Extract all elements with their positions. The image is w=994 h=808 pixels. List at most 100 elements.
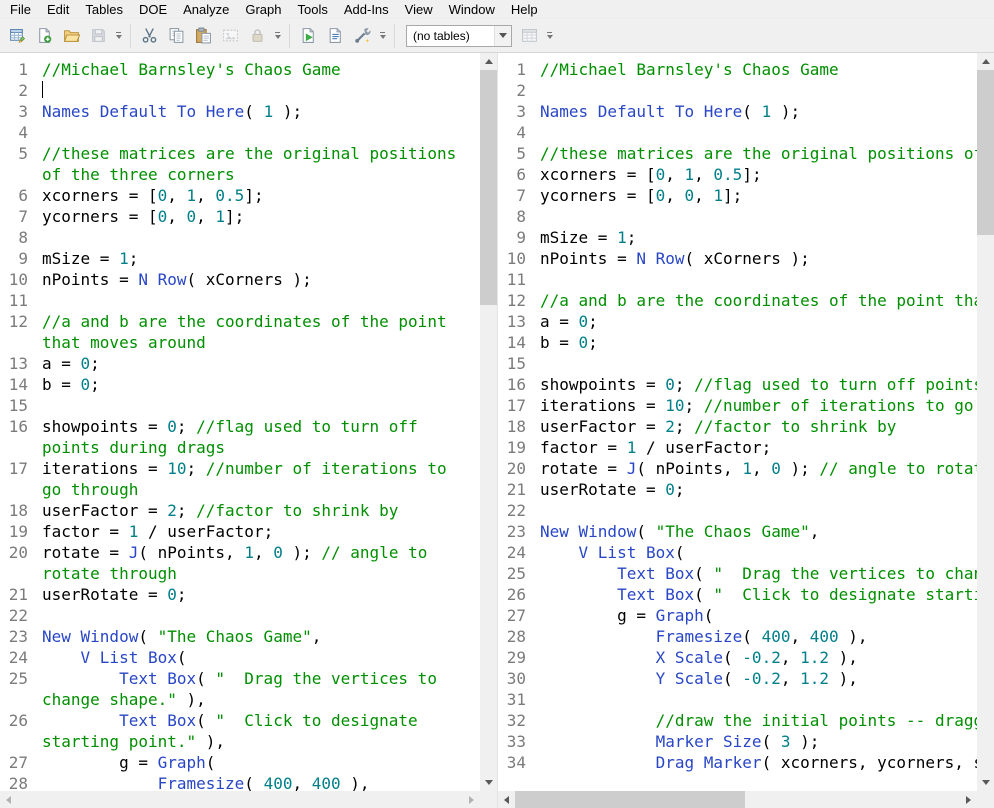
code-text[interactable]: userRotate = 0;: [540, 479, 977, 500]
left-vertical-scroll-thumb[interactable]: [480, 70, 497, 305]
code-text[interactable]: mSize = 1;: [540, 227, 977, 248]
menu-item-file[interactable]: File: [2, 1, 39, 18]
code-text[interactable]: New Window( "The Chaos Game",: [42, 626, 472, 647]
tables-dropdown[interactable]: (no tables): [406, 25, 512, 47]
left-editor-pane[interactable]: 1//Michael Barnsley's Chaos Game23Names …: [0, 53, 497, 808]
code-text[interactable]: rotate = J( nPoints, 1, 0 ); // angle to…: [42, 542, 472, 584]
save-icon[interactable]: [85, 23, 112, 49]
scroll-up-arrow-icon[interactable]: [480, 53, 497, 70]
right-horizontal-scrollbar[interactable]: [498, 791, 977, 808]
code-text[interactable]: New Window( "The Chaos Game",: [540, 521, 977, 542]
right-vertical-scroll-thumb[interactable]: [977, 70, 994, 235]
code-text[interactable]: X Scale( -0.2, 1.2 ),: [540, 647, 977, 668]
code-text[interactable]: Marker Size( 3 );: [540, 731, 977, 752]
code-text[interactable]: //draw the initial points -- draggable: [540, 710, 977, 731]
table-columns-icon[interactable]: [516, 23, 543, 49]
menu-item-tables[interactable]: Tables: [77, 1, 131, 18]
run-script-icon[interactable]: [295, 23, 322, 49]
code-text[interactable]: xcorners = [0, 1, 0.5];: [540, 164, 977, 185]
scroll-right-arrow-icon[interactable]: [960, 791, 977, 808]
scroll-down-arrow-icon[interactable]: [480, 774, 497, 791]
menu-item-add-ins[interactable]: Add-Ins: [336, 1, 397, 18]
code-text[interactable]: iterations = 10; //number of iterations …: [540, 395, 977, 416]
code-text[interactable]: rotate = J( nPoints, 1, 0 ); // angle to…: [540, 458, 977, 479]
new-journal-icon[interactable]: [31, 23, 58, 49]
code-text[interactable]: factor = 1 / userFactor;: [42, 521, 472, 542]
code-text[interactable]: g = Graph(: [540, 605, 977, 626]
code-text[interactable]: ycorners = [0, 0, 1];: [42, 206, 472, 227]
code-text[interactable]: //these matrices are the original positi…: [42, 143, 472, 185]
scroll-left-arrow-icon[interactable]: [498, 791, 515, 808]
code-text[interactable]: userFactor = 2; //factor to shrink by: [42, 500, 472, 521]
scroll-down-arrow-icon[interactable]: [977, 774, 994, 791]
code-text[interactable]: //a and b are the coordinates of the poi…: [42, 311, 472, 353]
line-number: 15: [0, 395, 34, 416]
code-text[interactable]: Names Default To Here( 1 );: [540, 101, 977, 122]
code-text[interactable]: showpoints = 0; //flag used to turn off …: [540, 374, 977, 395]
copy-icon[interactable]: [163, 23, 190, 49]
code-text[interactable]: Names Default To Here( 1 );: [42, 101, 472, 122]
code-text[interactable]: Y Scale( -0.2, 1.2 ),: [540, 668, 977, 689]
code-text[interactable]: nPoints = N Row( xCorners );: [540, 248, 977, 269]
menu-item-edit[interactable]: Edit: [39, 1, 77, 18]
new-script-window-icon[interactable]: [322, 23, 349, 49]
code-text[interactable]: a = 0;: [42, 353, 472, 374]
code-text[interactable]: Text Box( " Click to designate starting …: [540, 584, 977, 605]
cut-icon[interactable]: [136, 23, 163, 49]
code-text[interactable]: Text Box( " Drag the vertices to change …: [42, 668, 472, 710]
code-text[interactable]: showpoints = 0; //flag used to turn off …: [42, 416, 472, 458]
code-line: 22: [498, 500, 977, 521]
right-code-area[interactable]: 1//Michael Barnsley's Chaos Game23Names …: [498, 53, 977, 791]
code-text[interactable]: Text Box( " Drag the vertices to change …: [540, 563, 977, 584]
code-text[interactable]: g = Graph(: [42, 752, 472, 773]
code-text[interactable]: b = 0;: [540, 332, 977, 353]
security-lock-icon[interactable]: [244, 23, 271, 49]
left-vertical-scrollbar[interactable]: [480, 53, 497, 791]
code-text[interactable]: nPoints = N Row( xCorners );: [42, 269, 472, 290]
code-text[interactable]: //Michael Barnsley's Chaos Game: [540, 59, 977, 80]
copy-as-picture-icon[interactable]: [217, 23, 244, 49]
code-text[interactable]: V List Box(: [42, 647, 472, 668]
customize-tools-icon[interactable]: [349, 23, 376, 49]
code-text[interactable]: //a and b are the coordinates of the poi…: [540, 290, 977, 311]
right-vertical-scrollbar[interactable]: [977, 53, 994, 791]
scroll-up-arrow-icon[interactable]: [977, 53, 994, 70]
code-text[interactable]: xcorners = [0, 1, 0.5];: [42, 185, 472, 206]
right-horizontal-scroll-thumb[interactable]: [515, 791, 745, 808]
code-text[interactable]: V List Box(: [540, 542, 977, 563]
code-text[interactable]: a = 0;: [540, 311, 977, 332]
menu-item-doe[interactable]: DOE: [131, 1, 175, 18]
code-text[interactable]: ycorners = [0, 0, 1];: [540, 185, 977, 206]
new-data-table-icon[interactable]: [4, 23, 31, 49]
code-text[interactable]: Drag Marker( xcorners, ycorners, s: [540, 752, 977, 773]
code-text[interactable]: //Michael Barnsley's Chaos Game: [42, 59, 472, 80]
menu-item-graph[interactable]: Graph: [237, 1, 289, 18]
right-editor-pane[interactable]: 1//Michael Barnsley's Chaos Game23Names …: [497, 53, 994, 808]
toolbar-overflow-icon[interactable]: [543, 23, 556, 49]
scroll-left-arrow-icon[interactable]: [0, 791, 17, 808]
menu-item-help[interactable]: Help: [503, 1, 546, 18]
open-icon[interactable]: [58, 23, 85, 49]
menu-item-analyze[interactable]: Analyze: [175, 1, 237, 18]
toolbar-overflow-icon[interactable]: [271, 23, 284, 49]
left-code-area[interactable]: 1//Michael Barnsley's Chaos Game23Names …: [0, 53, 480, 791]
code-text[interactable]: mSize = 1;: [42, 248, 472, 269]
paste-icon[interactable]: [190, 23, 217, 49]
code-text[interactable]: userFactor = 2; //factor to shrink by: [540, 416, 977, 437]
left-horizontal-scrollbar[interactable]: [0, 791, 480, 808]
toolbar-overflow-icon[interactable]: [376, 23, 389, 49]
menu-item-tools[interactable]: Tools: [290, 1, 336, 18]
code-text[interactable]: factor = 1 / userFactor;: [540, 437, 977, 458]
code-text[interactable]: b = 0;: [42, 374, 472, 395]
code-text[interactable]: Framesize( 400, 400 ),: [42, 773, 472, 791]
toolbar-overflow-icon[interactable]: [112, 23, 125, 49]
code-text[interactable]: [42, 80, 472, 101]
menu-item-window[interactable]: Window: [441, 1, 503, 18]
code-text[interactable]: Text Box( " Click to designate starting …: [42, 710, 472, 752]
code-text[interactable]: //these matrices are the original positi…: [540, 143, 977, 164]
scroll-right-arrow-icon[interactable]: [463, 791, 480, 808]
menu-item-view[interactable]: View: [397, 1, 441, 18]
code-text[interactable]: userRotate = 0;: [42, 584, 472, 605]
code-text[interactable]: iterations = 10; //number of iterations …: [42, 458, 472, 500]
code-text[interactable]: Framesize( 400, 400 ),: [540, 626, 977, 647]
